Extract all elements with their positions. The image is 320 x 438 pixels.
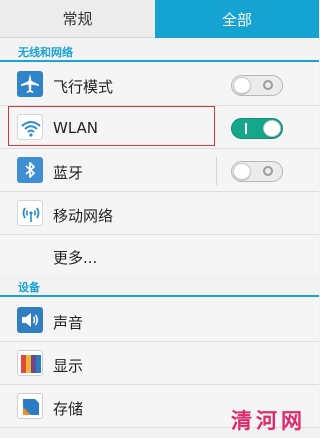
watermark-text: 清河网 bbox=[231, 409, 306, 433]
row-label: 飞行模式 bbox=[53, 78, 114, 96]
bluetooth-icon bbox=[17, 157, 43, 183]
bluetooth-toggle[interactable] bbox=[231, 161, 283, 182]
wifi-icon bbox=[17, 114, 43, 140]
airplane-mode-toggle[interactable] bbox=[231, 75, 283, 96]
tab-bar: 常规 全部 bbox=[0, 0, 319, 38]
toggle-off-mark bbox=[263, 166, 273, 176]
toggle-on-mark bbox=[245, 123, 247, 134]
speaker-icon bbox=[17, 307, 43, 333]
toggle-knob bbox=[263, 120, 281, 137]
settings-row-wlan[interactable]: WLAN bbox=[0, 106, 319, 149]
display-icon bbox=[17, 350, 43, 376]
section-header-wireless: 无线和网络 bbox=[0, 40, 319, 62]
row-label: WLAN bbox=[53, 119, 99, 137]
settings-row-mobile-network[interactable]: 移动网络 bbox=[0, 192, 319, 235]
antenna-icon bbox=[17, 200, 43, 226]
toggle-knob bbox=[233, 77, 251, 94]
section-title-device: 设备 bbox=[18, 281, 40, 294]
section-header-device: 设备 bbox=[0, 275, 319, 297]
section-title-wireless: 无线和网络 bbox=[18, 46, 73, 59]
row-label: 存储 bbox=[53, 400, 84, 418]
wlan-toggle[interactable] bbox=[231, 118, 283, 139]
row-divider bbox=[216, 157, 217, 185]
toggle-off-mark bbox=[263, 80, 273, 90]
airplane-icon bbox=[17, 71, 43, 97]
row-label: 蓝牙 bbox=[53, 164, 84, 182]
row-label: 更多... bbox=[53, 249, 98, 267]
tab-all[interactable]: 全部 bbox=[155, 0, 319, 38]
toggle-knob bbox=[233, 163, 251, 180]
settings-row-more[interactable]: 更多... bbox=[0, 235, 319, 275]
storage-icon bbox=[17, 393, 43, 419]
row-label: 显示 bbox=[53, 357, 84, 375]
tab-normal[interactable]: 常规 bbox=[0, 0, 155, 38]
settings-row-airplane-mode[interactable]: 飞行模式 bbox=[0, 63, 319, 106]
row-label: 移动网络 bbox=[53, 207, 114, 225]
settings-row-display[interactable]: 显示 bbox=[0, 342, 319, 385]
settings-row-sound[interactable]: 声音 bbox=[0, 299, 319, 342]
row-label: 声音 bbox=[53, 314, 84, 332]
settings-row-bluetooth[interactable]: 蓝牙 bbox=[0, 149, 319, 192]
